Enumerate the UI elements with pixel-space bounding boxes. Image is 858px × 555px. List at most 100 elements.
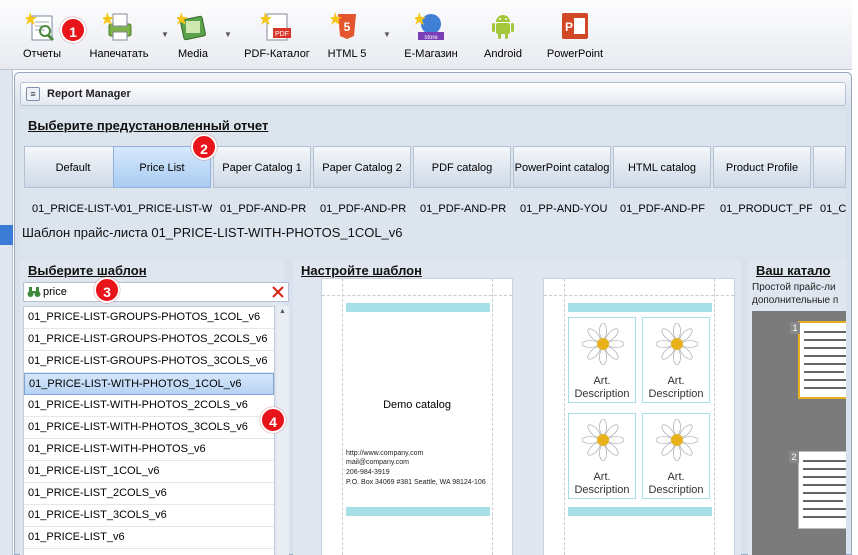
powerpoint-label: PowerPoint	[546, 48, 604, 60]
list-item[interactable]: 01_PRICE-LIST_v6	[24, 527, 274, 549]
media-dropdown-arrow-icon[interactable]: ▼	[224, 30, 232, 39]
media-label: Media	[178, 48, 208, 60]
thumb-page-number: 1	[790, 322, 800, 334]
android-label: Android	[484, 48, 522, 60]
tab-paper-catalog-2[interactable]: Paper Catalog 2	[313, 146, 411, 188]
estore-button[interactable]: store E-Магазин	[400, 4, 462, 64]
list-item[interactable]: 01_PRICE-LIST_3COLS_v6	[24, 505, 274, 527]
contact-line: P.O. Box 34069 #381 Seattle, WA 98124-10…	[346, 479, 486, 486]
estore-icon: store	[415, 12, 444, 41]
list-item[interactable]: 01_PRICE-LIST_1COL_v6	[24, 461, 274, 483]
report-name-paper-1: 01_PDF-AND-PR	[220, 203, 307, 215]
android-icon	[492, 15, 514, 39]
header-band	[568, 303, 712, 312]
media-button[interactable]: Media	[170, 4, 216, 64]
powerpoint-button[interactable]: P PowerPoint	[542, 4, 608, 64]
catalog-panel-title: Ваш катало	[756, 263, 831, 278]
tab-paper-catalog-1[interactable]: Paper Catalog 1	[213, 146, 311, 188]
report-name-default: 01_PRICE-LIST-V	[32, 203, 122, 215]
template-search-box	[23, 282, 289, 302]
template-settings-panel: Настройте шаблон Demo catalog http://www…	[293, 259, 759, 555]
header-band	[346, 303, 490, 312]
window-titlebar: ≡ Report Manager	[15, 73, 851, 109]
card-art-label: Art.	[667, 375, 685, 387]
thumb-line	[803, 460, 846, 462]
html5-icon: 5	[331, 12, 356, 39]
tab-overflow[interactable]	[813, 146, 846, 188]
footer-band	[346, 507, 490, 516]
tab-pdf-catalog[interactable]: PDF catalog	[413, 146, 511, 188]
list-item[interactable]: 01_PRICE-LIST-WITH-PHOTOS_2COLS_v6	[24, 395, 274, 417]
list-item[interactable]: 01_PRICE-LIST-GROUPS-PHOTOS_3COLS_v6	[24, 351, 274, 373]
search-input[interactable]	[43, 284, 263, 300]
catalog-page-thumb[interactable]: 1	[790, 321, 846, 399]
catalog-thumbnails: 1 2	[752, 311, 846, 555]
annotation-badge-4: 4	[260, 407, 286, 433]
html5-dropdown-arrow-icon[interactable]: ▼	[383, 30, 391, 39]
list-item[interactable]: 01_PRICE-LIST-GROUPS-PHOTOS_1COL_v6	[24, 307, 274, 329]
report-name-pdf: 01_PDF-AND-PR	[420, 203, 507, 215]
report-name-overflow: 01_C	[820, 203, 846, 215]
list-item-selected[interactable]: 01_PRICE-LIST-WITH-PHOTOS_1COL_v6	[24, 373, 274, 395]
thumb-line	[803, 500, 843, 502]
tab-default[interactable]: Default	[24, 146, 122, 188]
tab-html-catalog[interactable]: HTML catalog	[613, 146, 711, 188]
report-name-html: 01_PDF-AND-PF	[620, 203, 705, 215]
page-guide	[322, 295, 512, 296]
clear-search-icon[interactable]	[271, 285, 285, 299]
report-name-powerpoint: 01_PP-AND-YOU	[520, 203, 608, 215]
binoculars-search-icon	[27, 287, 41, 297]
pdf-catalog-button[interactable]: PDF PDF-Каталог	[242, 4, 312, 64]
annotation-badge-2: 2	[191, 134, 217, 160]
daisy-icon	[582, 323, 624, 365]
report-name-paper-2: 01_PDF-AND-PR	[320, 203, 407, 215]
list-item[interactable]: 01_PRICE-LIST-WITH-PHOTOS_3COLS_v6	[24, 417, 274, 439]
page-guide	[714, 279, 715, 555]
main-toolbar: Отчеты Напечатать ▼ Media ▼ PDF PDF-Ката…	[0, 0, 852, 70]
window-menu-icon[interactable]: ≡	[26, 87, 40, 101]
html5-label: HTML 5	[327, 48, 367, 60]
print-label: Напечатать	[89, 48, 149, 60]
print-dropdown-arrow-icon[interactable]: ▼	[161, 30, 169, 39]
report-name-price-list: 01_PRICE-LIST-W	[120, 203, 212, 215]
html5-button[interactable]: 5 HTML 5	[324, 4, 370, 64]
svg-text:PDF: PDF	[275, 31, 289, 38]
catalog-page-thumb[interactable]: 2	[789, 451, 846, 529]
tab-powerpoint-catalog[interactable]: PowerPoint catalog	[513, 146, 611, 188]
svg-text:5: 5	[344, 20, 351, 34]
thumb-line	[804, 339, 846, 341]
demo-catalog-title: Demo catalog	[383, 399, 451, 411]
android-button[interactable]: Android	[478, 4, 528, 64]
svg-text:store: store	[424, 35, 438, 41]
list-item[interactable]: 01_PRICE-LIST-WITH-PHOTOS_v6	[24, 439, 274, 461]
thumb-line	[804, 379, 846, 381]
background-window-strip	[0, 70, 13, 555]
list-item[interactable]: 01_PRICE-LIST_2COLS_v6	[24, 483, 274, 505]
tab-product-profile[interactable]: Product Profile	[713, 146, 811, 188]
preset-report-section: Выберите предустановленный отчет Default…	[20, 109, 846, 257]
preview-cover-page[interactable]: Demo catalog http://www.company.com mail…	[321, 278, 513, 555]
thumb-line	[803, 516, 846, 518]
thumb-line	[804, 371, 844, 373]
thumb-line	[804, 363, 846, 365]
page-guide	[564, 279, 565, 555]
card-art-label: Art.	[667, 471, 685, 483]
list-item[interactable]: 01_PRICE-LIST-GROUPS-PHOTOS_2COLS_v6	[24, 329, 274, 351]
thumb-line	[804, 355, 846, 357]
card-description-label: Description	[648, 484, 704, 496]
scroll-up-icon[interactable]: ▲	[279, 308, 286, 315]
preset-section-title: Выберите предустановленный отчет	[28, 118, 269, 133]
card-art-label: Art.	[593, 471, 611, 483]
product-card: Art. Description	[568, 413, 636, 499]
window-title-panel: ≡ Report Manager	[20, 82, 846, 106]
media-icon	[177, 12, 206, 41]
product-card: Art. Description	[642, 317, 710, 403]
svg-text:P: P	[565, 20, 573, 34]
report-name-product: 01_PRODUCT_PF	[720, 203, 812, 215]
thumb-line	[804, 347, 846, 349]
print-button[interactable]: Напечатать	[82, 4, 156, 64]
pdf-catalog-label: PDF-Каталог	[244, 48, 310, 60]
thumb-line	[803, 484, 846, 486]
settings-panel-title: Настройте шаблон	[301, 263, 422, 278]
preview-products-page[interactable]: Art. Description Art. Description Art. D…	[543, 278, 735, 555]
